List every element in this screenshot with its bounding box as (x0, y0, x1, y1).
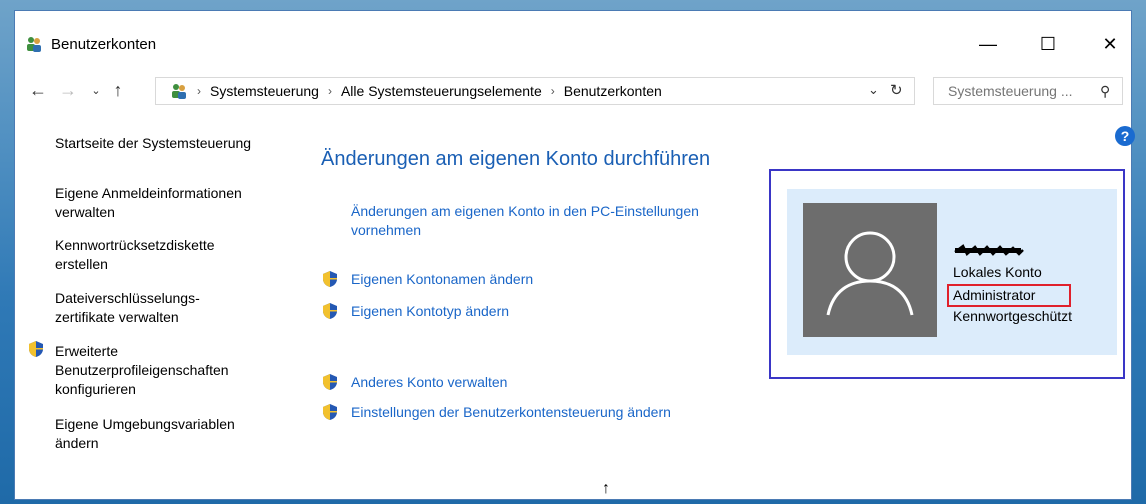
task-pc-einstellungen[interactable]: Änderungen am eigenen Konto in den PC-Ei… (351, 202, 761, 240)
window-title: Benutzerkonten (51, 36, 157, 53)
avatar (803, 203, 937, 337)
uac-shield-icon (323, 374, 337, 390)
breadcrumb-alle-elemente[interactable]: Alle Systemsteuerungselemente (341, 83, 542, 99)
task-kontotyp[interactable]: Eigenen Kontotyp ändern (351, 302, 509, 321)
sidebar-item-umgebungsvariablen[interactable]: Eigene Umgebungsvariablen ändern (55, 415, 275, 453)
address-bar[interactable]: › Systemsteuerung › Alle Systemsteuerung… (155, 77, 915, 105)
mouse-cursor-icon: ↑ (602, 480, 610, 497)
breadcrumb-separator-icon: › (550, 84, 555, 98)
breadcrumb-separator-icon: › (197, 84, 201, 98)
search-input[interactable] (946, 82, 1100, 100)
user-avatar-icon (826, 231, 914, 316)
breadcrumb-systemsteuerung[interactable]: Systemsteuerung (210, 83, 319, 99)
close-button[interactable]: ✕ (1087, 29, 1133, 59)
breadcrumb-separator-icon: › (327, 84, 332, 98)
redaction-scribble (954, 244, 1024, 257)
breadcrumb-benutzerkonten[interactable]: Benutzerkonten (564, 83, 662, 99)
sidebar-item-anmeldeinformationen[interactable]: Eigene Anmeldeinformationen verwalten (55, 184, 285, 222)
uac-shield-icon (323, 271, 337, 287)
back-arrow-icon[interactable]: ← (27, 79, 49, 101)
uac-shield-icon (29, 341, 43, 357)
search-icon[interactable]: ⚲ (1100, 83, 1110, 100)
sidebar-item-kennwortdiskette[interactable]: Kennwortrücksetzdiskette erstellen (55, 236, 255, 274)
task-benutzerkontensteuerung[interactable]: Einstellungen der Benutzerkontensteuerun… (351, 403, 671, 422)
up-arrow-icon[interactable]: ↑ (107, 79, 129, 101)
search-box[interactable]: ⚲ (933, 77, 1123, 105)
forward-arrow-icon[interactable]: → (57, 79, 79, 101)
account-password-status: Kennwortgeschützt (953, 308, 1073, 324)
administrator-highlight-box (947, 284, 1071, 307)
address-row: ← → ⌄ ↑ › Systemsteuerung › Alle Systems… (15, 75, 1131, 107)
refresh-icon[interactable]: ↻ (890, 81, 903, 99)
maximize-button[interactable]: ☐ (1025, 29, 1071, 59)
control-panel-icon (172, 84, 186, 99)
chevron-down-icon[interactable]: ⌄ (85, 79, 107, 101)
minimize-button[interactable]: — (965, 29, 1011, 59)
users-icon (27, 37, 41, 52)
uac-shield-icon (323, 404, 337, 420)
dropdown-chevron-icon[interactable]: ⌄ (868, 82, 879, 98)
task-anderes-konto[interactable]: Anderes Konto verwalten (351, 373, 507, 392)
redacted-user-name (953, 243, 1033, 257)
benutzerkonten-window: Benutzerkonten — ☐ ✕ ← → ⌄ ↑ › Systemste… (14, 10, 1135, 500)
uac-shield-icon (323, 303, 337, 319)
sidebar-item-startseite[interactable]: Startseite der Systemsteuerung (55, 134, 291, 153)
help-icon[interactable]: ? (1115, 126, 1135, 146)
task-kontoname[interactable]: Eigenen Kontonamen ändern (351, 270, 533, 289)
page-title: Änderungen am eigenen Konto durchführen (321, 148, 711, 170)
sidebar-item-benutzerprofile[interactable]: Erweiterte Benutzerprofileigenschaften k… (55, 342, 275, 399)
account-type: Lokales Konto (953, 264, 1042, 280)
sidebar-item-dateiverschluesselung[interactable]: Dateiverschlüsselungs-zertifikate verwal… (55, 289, 245, 327)
title-bar[interactable]: Benutzerkonten — ☐ ✕ (15, 11, 1131, 63)
